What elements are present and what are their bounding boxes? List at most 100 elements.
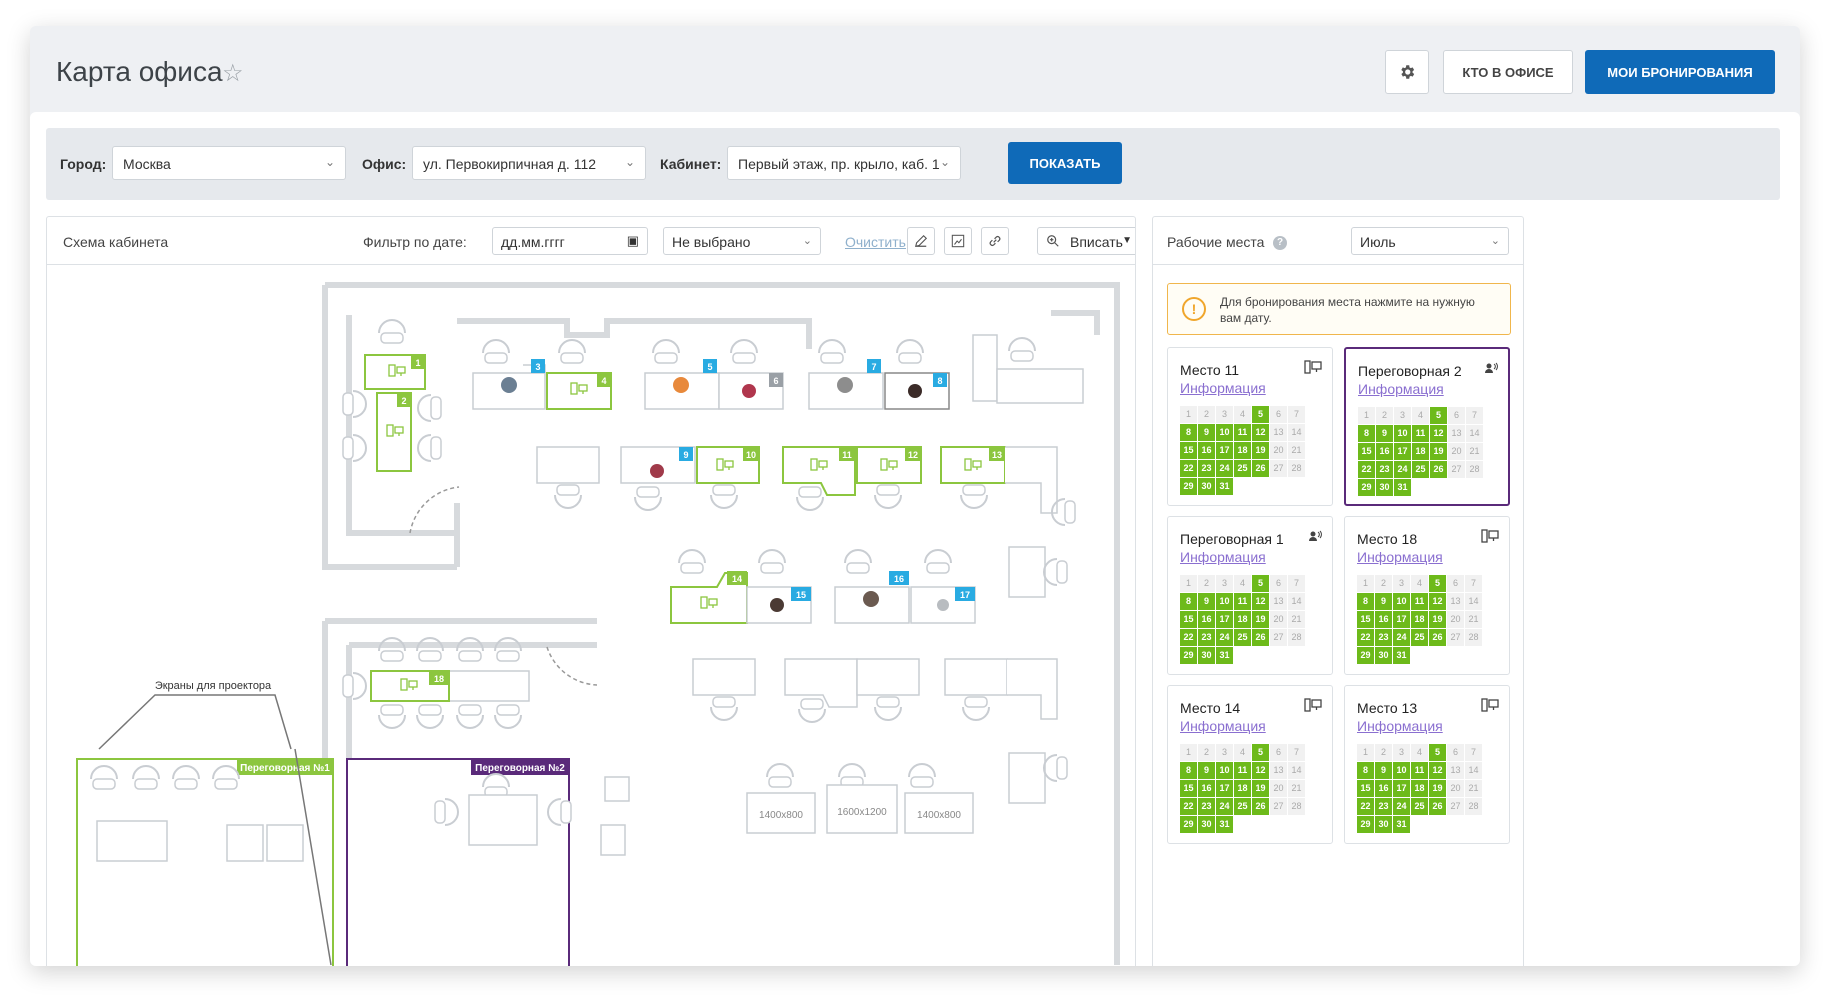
calendar-day[interactable]: 30: [1375, 816, 1392, 833]
calendar-day[interactable]: 19: [1430, 443, 1447, 460]
office-select[interactable]: ул. Первокирпичная д. 112 ⌄: [412, 146, 646, 180]
cabinet-select[interactable]: Первый этаж, пр. крыло, каб. 1 ⌄: [727, 146, 961, 180]
calendar-day[interactable]: 24: [1216, 629, 1233, 646]
my-bookings-button[interactable]: МОИ БРОНИРОВАНИЯ: [1585, 50, 1775, 94]
calendar-day[interactable]: 8: [1357, 762, 1374, 779]
info-link[interactable]: Информация: [1358, 381, 1444, 397]
calendar-day[interactable]: 15: [1357, 780, 1374, 797]
calendar-day[interactable]: 25: [1234, 798, 1251, 815]
calendar-day[interactable]: 10: [1216, 424, 1233, 441]
calendar-day[interactable]: 15: [1358, 443, 1375, 460]
calendar-day[interactable]: 23: [1198, 798, 1215, 815]
calendar-day[interactable]: 19: [1252, 611, 1269, 628]
calendar-day[interactable]: 16: [1198, 780, 1215, 797]
date-filter-input[interactable]: дд.мм.гггг ▣: [492, 227, 648, 255]
calendar-day[interactable]: 12: [1429, 593, 1446, 610]
month-select[interactable]: Июль ⌄: [1351, 227, 1509, 255]
calendar-day[interactable]: 5: [1430, 407, 1447, 424]
calendar-day[interactable]: 29: [1180, 478, 1197, 495]
calendar-day[interactable]: 10: [1393, 762, 1410, 779]
info-link[interactable]: Информация: [1180, 718, 1266, 734]
calendar-day[interactable]: 19: [1252, 442, 1269, 459]
calendar-day[interactable]: 18: [1234, 780, 1251, 797]
calendar-day[interactable]: 29: [1357, 647, 1374, 664]
calendar-day[interactable]: 26: [1429, 798, 1446, 815]
calendar-day[interactable]: 10: [1216, 593, 1233, 610]
export-button[interactable]: [944, 227, 972, 255]
workplace-card[interactable]: Место 13 Информация 1 2 3 4 5 6 7 8 9 10 11 12 13 14 15 1…: [1344, 685, 1510, 844]
workplace-card[interactable]: Место 18 Информация 1 2 3 4 5 6 7 8 9 10 11 12 13 14 15 1…: [1344, 516, 1510, 675]
calendar-day[interactable]: 9: [1376, 425, 1393, 442]
calendar-day[interactable]: 26: [1429, 629, 1446, 646]
calendar-day[interactable]: 19: [1429, 780, 1446, 797]
calendar-day[interactable]: 16: [1376, 443, 1393, 460]
calendar-day[interactable]: 24: [1216, 460, 1233, 477]
calendar-day[interactable]: 30: [1375, 647, 1392, 664]
calendar-day[interactable]: 24: [1393, 798, 1410, 815]
calendar-day[interactable]: 30: [1198, 478, 1215, 495]
calendar-day[interactable]: 17: [1216, 611, 1233, 628]
calendar-day[interactable]: 16: [1198, 611, 1215, 628]
workplace-card[interactable]: Переговорная 2 Информация 1 2 3 4 5 6 7 8 9 10 11 12 1…: [1344, 347, 1510, 506]
calendar-day[interactable]: 19: [1252, 780, 1269, 797]
calendar-day[interactable]: 11: [1234, 424, 1251, 441]
calendar-day[interactable]: 17: [1394, 443, 1411, 460]
workplace-card[interactable]: Место 14 Информация 1 2 3 4 5 6 7 8 9 10 11 12 13 14 15 1…: [1167, 685, 1333, 844]
calendar-day[interactable]: 11: [1234, 593, 1251, 610]
calendar-day[interactable]: 5: [1429, 575, 1446, 592]
calendar-day[interactable]: 16: [1198, 442, 1215, 459]
calendar-day[interactable]: 8: [1358, 425, 1375, 442]
calendar-day[interactable]: 23: [1376, 461, 1393, 478]
calendar-day[interactable]: 8: [1357, 593, 1374, 610]
calendar-day[interactable]: 26: [1252, 629, 1269, 646]
clear-link[interactable]: Очистить: [845, 234, 906, 250]
calendar-day[interactable]: 22: [1180, 629, 1197, 646]
city-select[interactable]: Москва ⌄: [112, 146, 346, 180]
info-link[interactable]: Информация: [1180, 549, 1266, 565]
calendar-day[interactable]: 16: [1375, 780, 1392, 797]
calendar-day[interactable]: 31: [1393, 816, 1410, 833]
calendar-day[interactable]: 15: [1180, 442, 1197, 459]
calendar-day[interactable]: 15: [1357, 611, 1374, 628]
calendar-day[interactable]: 31: [1393, 647, 1410, 664]
zoom-select[interactable]: Вписать ▼: [1037, 227, 1135, 255]
calendar-day[interactable]: 19: [1429, 611, 1446, 628]
calendar-day[interactable]: 26: [1252, 798, 1269, 815]
calendar-day[interactable]: 5: [1252, 744, 1269, 761]
calendar-day[interactable]: 8: [1180, 593, 1197, 610]
calendar-day[interactable]: 24: [1393, 629, 1410, 646]
calendar-day[interactable]: 26: [1252, 460, 1269, 477]
calendar-day[interactable]: 16: [1375, 611, 1392, 628]
calendar-day[interactable]: 18: [1234, 442, 1251, 459]
calendar-day[interactable]: 15: [1180, 611, 1197, 628]
calendar-day[interactable]: 25: [1411, 798, 1428, 815]
workplace-card[interactable]: Место 11 Информация 1 2 3 4 5 6 7 8 9 10 11 12 13 14 15 1…: [1167, 347, 1333, 506]
calendar-day[interactable]: 8: [1180, 762, 1197, 779]
calendar-day[interactable]: 9: [1198, 424, 1215, 441]
show-button[interactable]: ПОКАЗАТЬ: [1008, 142, 1122, 184]
calendar-day[interactable]: 17: [1216, 780, 1233, 797]
calendar-day[interactable]: 29: [1357, 816, 1374, 833]
office-floor-plan[interactable]: 1 2 3 4 5 6 7 8 9 10 11 12 13 14 15 16 1…: [47, 265, 1135, 966]
calendar-day[interactable]: 30: [1198, 816, 1215, 833]
calendar-day[interactable]: 25: [1412, 461, 1429, 478]
calendar-day[interactable]: 10: [1216, 762, 1233, 779]
calendar-day[interactable]: 11: [1412, 425, 1429, 442]
calendar-day[interactable]: 22: [1358, 461, 1375, 478]
calendar-day[interactable]: 29: [1358, 479, 1375, 496]
calendar-day[interactable]: 15: [1180, 780, 1197, 797]
calendar-day[interactable]: 8: [1180, 424, 1197, 441]
calendar-day[interactable]: 9: [1375, 762, 1392, 779]
calendar-day[interactable]: 5: [1252, 575, 1269, 592]
calendar-day[interactable]: 26: [1430, 461, 1447, 478]
calendar-day[interactable]: 18: [1411, 611, 1428, 628]
calendar-day[interactable]: 24: [1394, 461, 1411, 478]
calendar-day[interactable]: 31: [1216, 816, 1233, 833]
workplace-card[interactable]: Переговорная 1 Информация 1 2 3 4 5 6 7 8 9 10 11 12 1…: [1167, 516, 1333, 675]
calendar-day[interactable]: 23: [1375, 629, 1392, 646]
calendar-day[interactable]: 18: [1234, 611, 1251, 628]
calendar-day[interactable]: 31: [1394, 479, 1411, 496]
who-in-office-button[interactable]: КТО В ОФИСЕ: [1443, 50, 1573, 94]
calendar-day[interactable]: 29: [1180, 816, 1197, 833]
calendar-day[interactable]: 11: [1234, 762, 1251, 779]
